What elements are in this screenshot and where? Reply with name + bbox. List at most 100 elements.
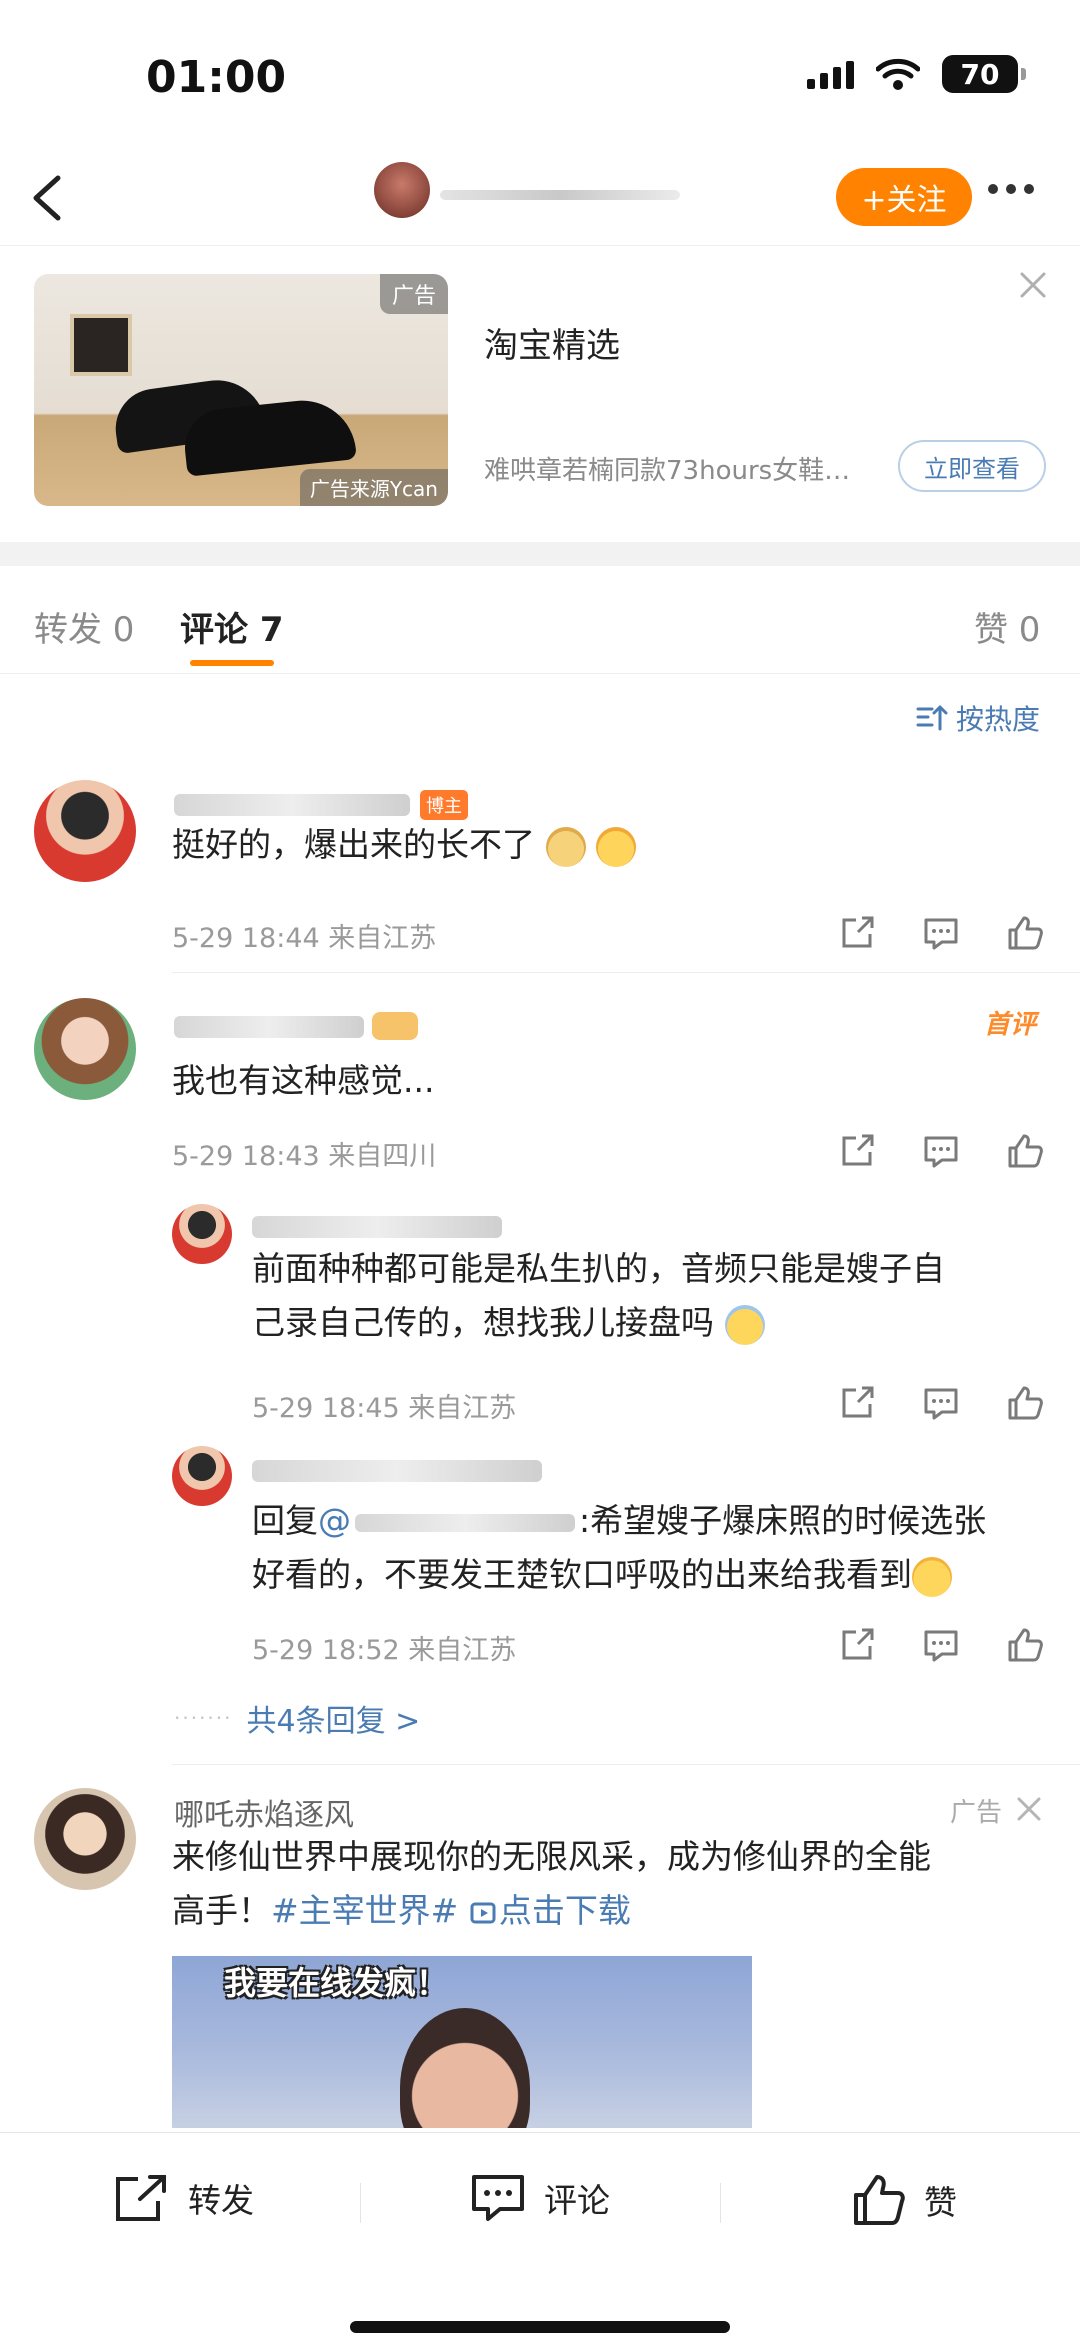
replier-avatar[interactable] <box>172 1204 232 1264</box>
comment-button[interactable]: 评论 <box>470 2173 610 2223</box>
ad-source: 广告来源Ycan <box>299 469 448 506</box>
tab-active-indicator <box>190 660 274 666</box>
comment-icon <box>472 2175 524 2221</box>
battery-level: 70 <box>960 57 1000 91</box>
more-replies-label: 共4条回复 > <box>246 1704 421 1739</box>
ad-title[interactable]: 淘宝精选 <box>484 318 620 367</box>
mention-name-blurred <box>355 1513 575 1532</box>
home-indicator[interactable] <box>350 2321 730 2333</box>
comment-divider <box>172 972 1080 973</box>
commenter-name-blurred[interactable] <box>174 1016 364 1038</box>
sweat-emoji-icon <box>724 1304 765 1345</box>
author-badge: 博主 <box>420 790 468 820</box>
reply-icon[interactable] <box>922 1132 960 1170</box>
tab-likes[interactable]: 赞 0 <box>974 602 1040 651</box>
wifi-icon <box>876 58 920 90</box>
sort-icon <box>916 705 948 731</box>
first-comment-badge: 首评 <box>984 1010 1037 1040</box>
smug-emoji-icon <box>912 1556 952 1597</box>
reply-icon[interactable] <box>922 1626 960 1664</box>
reply-text-content: 己录自己传的，想找我儿接盘吗 <box>252 1303 714 1342</box>
commenter-name-blurred[interactable] <box>174 794 410 816</box>
share-icon[interactable] <box>838 1384 876 1422</box>
reply-actions <box>838 1384 1044 1422</box>
comment-meta: 5-29 18:43 来自四川 <box>172 1141 437 1172</box>
tab-comments[interactable]: 评论 7 <box>180 602 284 651</box>
hashtag-link[interactable]: #主宰世界# <box>271 1891 458 1930</box>
cellular-signal-icon <box>807 59 854 89</box>
sort-by-hot-button[interactable]: 按热度 <box>916 698 1040 738</box>
separator <box>360 2183 361 2223</box>
like-icon <box>854 2175 905 2225</box>
reply-meta: 5-29 18:45 来自江苏 <box>252 1393 517 1424</box>
reply-text-line: 前面种种都可能是私生扒的，音频只能是嫂子自 <box>252 1249 945 1288</box>
reply-prefix: 回复 <box>252 1501 318 1540</box>
status-bar: 01:00 70 <box>0 0 1080 150</box>
crown-badge-icon <box>372 1012 418 1040</box>
ad-tag: 广告 <box>379 274 448 314</box>
bottom-action-bar: 转发 评论 赞 <box>0 2132 1080 2348</box>
like-icon[interactable] <box>1006 1384 1044 1422</box>
like-icon[interactable] <box>1006 1626 1044 1664</box>
status-icons: 70 <box>807 55 1026 93</box>
mention-at: @ <box>318 1501 351 1540</box>
ad-video-thumbnail[interactable]: 我要在线发疯！ <box>172 1956 752 2128</box>
ad-banner[interactable]: 广告 广告来源Ycan 淘宝精选 难哄章若楠同款73hours女鞋… 立即查看 <box>0 246 1080 542</box>
like-icon[interactable] <box>1006 914 1044 952</box>
reply-icon[interactable] <box>922 1384 960 1422</box>
comment-text: 挺好的，爆出来的长不了 <box>172 818 636 872</box>
repost-button[interactable]: 转发 <box>112 2173 254 2223</box>
back-arrow-icon[interactable] <box>22 168 78 228</box>
replier-name-blurred[interactable] <box>252 1216 502 1238</box>
reply-text-line: 己录自己传的，想找我儿接盘吗 <box>252 1296 945 1350</box>
replier-name-blurred[interactable] <box>252 1460 542 1482</box>
ad-view-button[interactable]: 立即查看 <box>898 440 1046 492</box>
comment-text-content: 挺好的，爆出来的长不了 <box>172 825 535 864</box>
cat-emoji-icon <box>596 826 636 867</box>
like-icon[interactable] <box>1006 1132 1044 1170</box>
close-icon[interactable] <box>1014 1794 1044 1824</box>
download-label: 点击下载 <box>498 1891 631 1930</box>
video-caption: 我要在线发疯！ <box>224 1964 449 2002</box>
video-person <box>400 2008 530 2128</box>
mention-link[interactable]: @ <box>318 1501 579 1540</box>
reply-actions <box>838 1626 1044 1664</box>
dots-decoration: ······· <box>174 1706 233 1730</box>
doge-emoji-icon <box>545 826 586 867</box>
tab-repost[interactable]: 转发 0 <box>34 602 134 651</box>
reply-text: 前面种种都可能是私生扒的，音频只能是嫂子自 己录自己传的，想找我儿接盘吗 <box>252 1242 945 1350</box>
view-more-replies-link[interactable]: ······· 共4条回复 > <box>174 1696 420 1740</box>
ad-text-content: 高手！ <box>172 1891 271 1930</box>
ad-text-line: 来修仙世界中展现你的无限风采，成为修仙界的全能 <box>172 1837 931 1876</box>
reply-text-content: 好看的，不要发王楚钦口呼吸的出来给我看到 <box>252 1555 912 1594</box>
reply-icon[interactable] <box>922 914 960 952</box>
video-link-icon <box>470 1902 496 1923</box>
ad-comment-text: 来修仙世界中展现你的无限风采，成为修仙界的全能 高手！#主宰世界# 点击下载 <box>172 1830 1052 1938</box>
ad-account-name[interactable]: 哪吒赤焰逐风 <box>174 1790 354 1834</box>
comment-actions <box>838 914 1044 952</box>
commenter-avatar[interactable] <box>34 998 136 1100</box>
share-icon[interactable] <box>838 1626 876 1664</box>
repost-label: 转发 <box>188 2181 254 2220</box>
author-avatar[interactable] <box>374 162 430 218</box>
commenter-avatar[interactable] <box>34 780 136 882</box>
close-icon[interactable] <box>1016 268 1050 302</box>
separator <box>720 2183 721 2223</box>
ad-image-frame <box>70 314 132 376</box>
reply-text-line: 回复@:希望嫂子爆床照的时候选张 <box>252 1494 986 1548</box>
like-button[interactable]: 赞 <box>852 2173 957 2227</box>
comment-item: 博主 挺好的，爆出来的长不了 5-29 18:44 来自江苏 <box>0 780 1080 970</box>
battery-icon: 70 <box>942 55 1026 93</box>
ad-image[interactable]: 广告 广告来源Ycan <box>34 274 448 506</box>
share-icon[interactable] <box>838 1132 876 1170</box>
section-divider <box>0 542 1080 566</box>
reply-meta: 5-29 18:52 来自江苏 <box>252 1635 517 1666</box>
replier-avatar[interactable] <box>172 1446 232 1506</box>
ad-avatar[interactable] <box>34 1788 136 1890</box>
follow-button[interactable]: +关注 <box>836 168 972 226</box>
download-link[interactable]: 点击下载 <box>469 1891 631 1930</box>
more-options-icon[interactable] <box>988 184 1034 194</box>
share-icon[interactable] <box>838 914 876 952</box>
comment-label: 评论 <box>544 2181 610 2220</box>
comment-divider <box>172 1764 1080 1765</box>
